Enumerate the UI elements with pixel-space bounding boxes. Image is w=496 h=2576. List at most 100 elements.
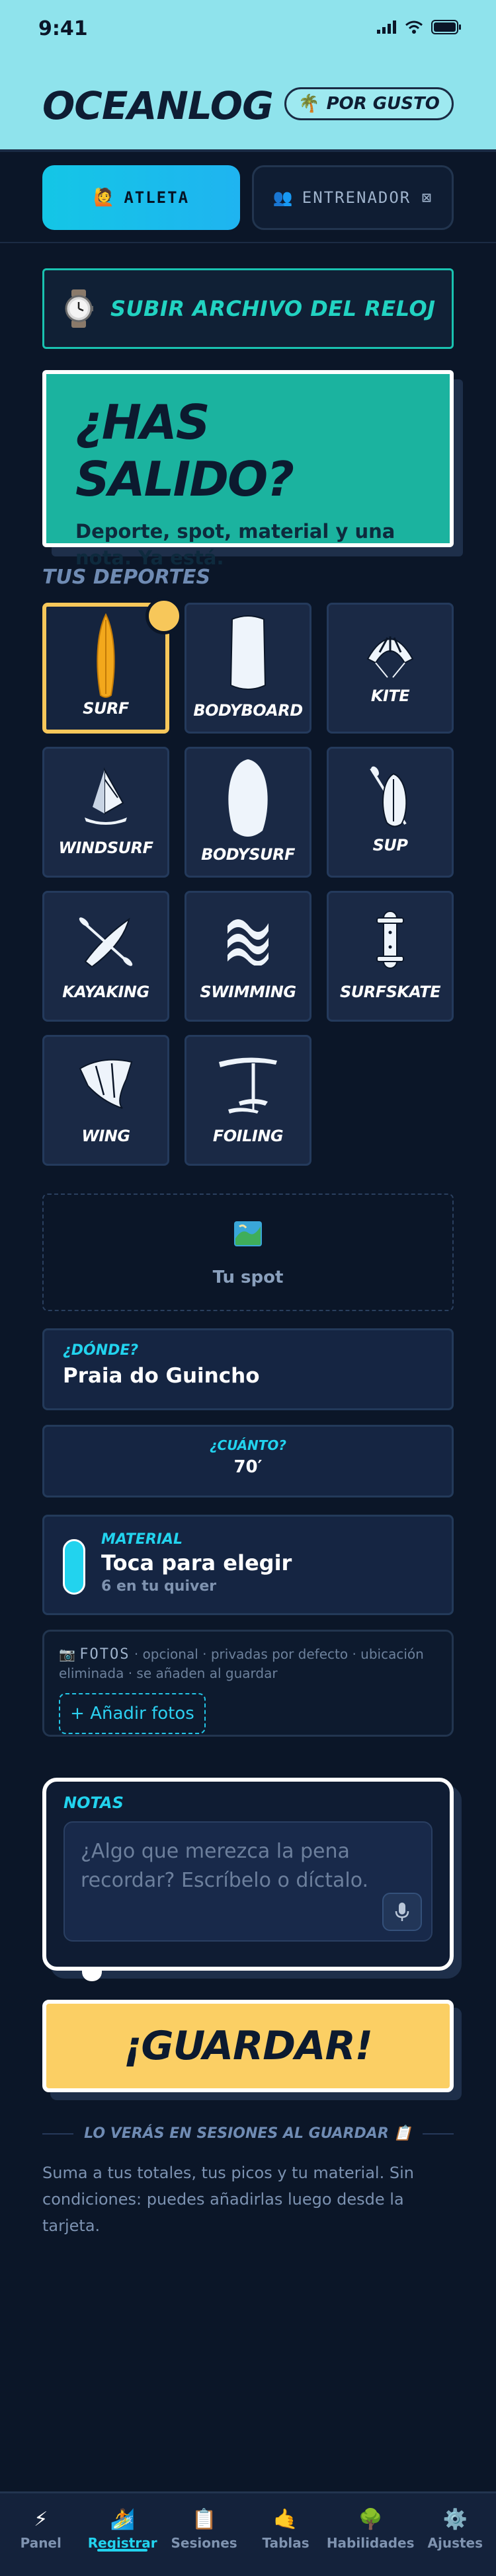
gear-selector[interactable]: MATERIAL Toca para elegir 6 en tu quiver xyxy=(42,1515,454,1615)
map-icon xyxy=(234,1221,262,1246)
bodysurf-icon xyxy=(228,759,268,837)
upload-watch-file-button[interactable]: SUBIR ARCHIVO DEL RELOJ xyxy=(42,268,454,349)
upload-watch-file-label: SUBIR ARCHIVO DEL RELOJ xyxy=(110,296,436,321)
nav-item-register[interactable]: 🏄 Registrar xyxy=(81,2493,163,2576)
nav-label: Ajustes xyxy=(427,2535,483,2551)
sup-paddle-icon xyxy=(370,766,407,827)
sport-tile-surf[interactable]: SURF xyxy=(42,597,183,734)
divider-line xyxy=(42,2133,74,2135)
notes-card: NOTAS ¿Algo que merezca la pena recordar… xyxy=(42,1778,454,1981)
app-header: OCEANLOG 🌴 POR GUSTO xyxy=(0,59,496,152)
notes-textarea[interactable]: ¿Algo que merezca la pena recordar? Escr… xyxy=(63,1821,433,1942)
sport-tile-kayaking[interactable]: KAYAKING xyxy=(42,891,169,1022)
gear-icon: ⚙️ xyxy=(442,2508,468,2531)
gear-count: 6 en tu quiver xyxy=(101,1578,217,1595)
duration-label: ¿CUÁNTO? xyxy=(209,1437,287,1453)
nav-label: Sesiones xyxy=(171,2535,237,2551)
wifi-icon xyxy=(405,20,423,34)
tree-icon: 🌳 xyxy=(358,2508,383,2531)
sport-label: SUP xyxy=(372,836,408,854)
duration-value: 70′ xyxy=(233,1457,263,1477)
hero-card: ¿HAS SALIDO? Deporte, spot, material y u… xyxy=(42,370,454,569)
sport-label: KITE xyxy=(370,687,410,705)
spot-label: Tu spot xyxy=(212,1268,284,1287)
lightning-icon: ⚡ xyxy=(34,2508,48,2531)
nav-item-sessions[interactable]: 📋 Sesiones xyxy=(163,2493,245,2576)
photos-card: 📷 FOTOS · opcional · privadas por defect… xyxy=(42,1630,454,1737)
board-icon xyxy=(63,1539,85,1595)
status-time: 9:41 xyxy=(38,17,88,40)
nav-label: Panel xyxy=(20,2535,62,2551)
sport-label: WINDSURF xyxy=(58,839,153,857)
kite-icon xyxy=(366,636,414,678)
surfboard-icon xyxy=(97,613,115,698)
duration-field[interactable]: ¿CUÁNTO? 70′ xyxy=(42,1425,454,1497)
nav-item-skills[interactable]: 🌳 Habilidades xyxy=(327,2493,415,2576)
tab-athlete[interactable]: 🙋 ATLETA xyxy=(42,165,240,230)
sport-tile-bodysurf[interactable]: BODYSURF xyxy=(185,747,311,878)
microphone-icon xyxy=(395,1903,409,1921)
nav-item-tables[interactable]: 🤙 Tablas xyxy=(245,2493,326,2576)
sport-label: SURFSKATE xyxy=(339,983,441,1001)
nav-label: Habilidades xyxy=(326,2535,415,2551)
palm-tree-icon: 🌴 xyxy=(298,94,320,114)
hero-title: ¿HAS SALIDO? xyxy=(75,395,294,507)
bottom-nav: ⚡ Panel 🏄 Registrar 📋 Sesiones 🤙 Tablas … xyxy=(0,2491,496,2576)
sport-tile-sup[interactable]: SUP xyxy=(327,747,454,878)
wing-icon xyxy=(79,1059,133,1109)
surfer-icon: 🏄 xyxy=(110,2508,135,2531)
sport-label: BODYSURF xyxy=(201,845,295,864)
notes-label: NOTAS xyxy=(63,1794,124,1812)
status-icons xyxy=(377,20,462,34)
kayak-icon xyxy=(79,917,133,968)
role-tabs: 🙋 ATLETA 👥 ENTRENADOR ⊠ xyxy=(42,165,454,230)
where-field[interactable]: ¿DÓNDE? Praia do Guincho xyxy=(42,1328,454,1410)
info-header: LO VERÁS EN SESIONES AL GUARDAR 📋 xyxy=(42,2125,454,2142)
sport-tile-wing[interactable]: WING xyxy=(42,1035,169,1166)
gear-value: Toca para elegir xyxy=(101,1550,292,1575)
sport-tile-swimming[interactable]: SWIMMING xyxy=(185,891,311,1022)
sport-label: WING xyxy=(81,1127,130,1145)
sport-tile-kite[interactable]: KITE xyxy=(327,603,454,734)
waves-icon xyxy=(227,919,269,966)
header-divider xyxy=(0,242,496,243)
sport-tile-foiling[interactable]: FOILING xyxy=(185,1035,311,1166)
save-button[interactable]: ¡GUARDAR! xyxy=(42,2000,454,2092)
divider-line xyxy=(422,2133,454,2135)
sport-tile-bodyboard[interactable]: BODYBOARD xyxy=(185,603,311,734)
windsurf-icon xyxy=(85,767,127,825)
spot-picker[interactable]: Tu spot xyxy=(42,1193,454,1311)
nav-label: Registrar xyxy=(87,2535,157,2551)
info-text: Suma a tus totales, tus picos y tu mater… xyxy=(42,2164,414,2235)
foil-icon xyxy=(219,1057,277,1114)
shaka-icon: 🤙 xyxy=(273,2508,298,2531)
mode-label: POR GUSTO xyxy=(326,94,440,114)
signal-icon xyxy=(377,20,396,34)
app-title: OCEANLOG xyxy=(42,83,274,128)
sport-label: FOILING xyxy=(212,1127,284,1145)
sport-label: SURF xyxy=(83,699,129,718)
nav-item-settings[interactable]: ⚙️ Ajustes xyxy=(415,2493,496,2576)
tab-athlete-label: ATLETA xyxy=(124,188,190,207)
athlete-icon: 🙋 xyxy=(93,188,116,208)
clipboard-icon: 📋 xyxy=(191,2508,217,2531)
info-title: LO VERÁS EN SESIONES AL GUARDAR 📋 xyxy=(84,2125,412,2142)
camera-icon: 📷 xyxy=(59,1646,75,1662)
nav-label: Tablas xyxy=(262,2535,310,2551)
watch-icon xyxy=(65,289,93,328)
battery-icon xyxy=(431,20,461,34)
gear-label: MATERIAL xyxy=(101,1531,183,1548)
tab-coach[interactable]: 👥 ENTRENADOR ⊠ xyxy=(252,165,454,230)
add-photos-button[interactable]: + Añadir fotos xyxy=(59,1693,206,1734)
where-label: ¿DÓNDE? xyxy=(63,1342,139,1359)
sport-tile-surfskate[interactable]: SURFSKATE xyxy=(327,891,454,1022)
selected-indicator xyxy=(145,597,183,634)
sport-tile-windsurf[interactable]: WINDSURF xyxy=(42,747,169,878)
status-bar: 9:41 xyxy=(0,0,496,59)
sports-section-title: TUS DEPORTES xyxy=(42,566,211,589)
coach-icon: 👥 xyxy=(272,188,294,207)
dictate-button[interactable] xyxy=(382,1893,422,1931)
nav-item-panel[interactable]: ⚡ Panel xyxy=(0,2493,81,2576)
mode-selector-button[interactable]: 🌴 POR GUSTO xyxy=(284,87,454,120)
sport-label: SWIMMING xyxy=(200,983,296,1001)
